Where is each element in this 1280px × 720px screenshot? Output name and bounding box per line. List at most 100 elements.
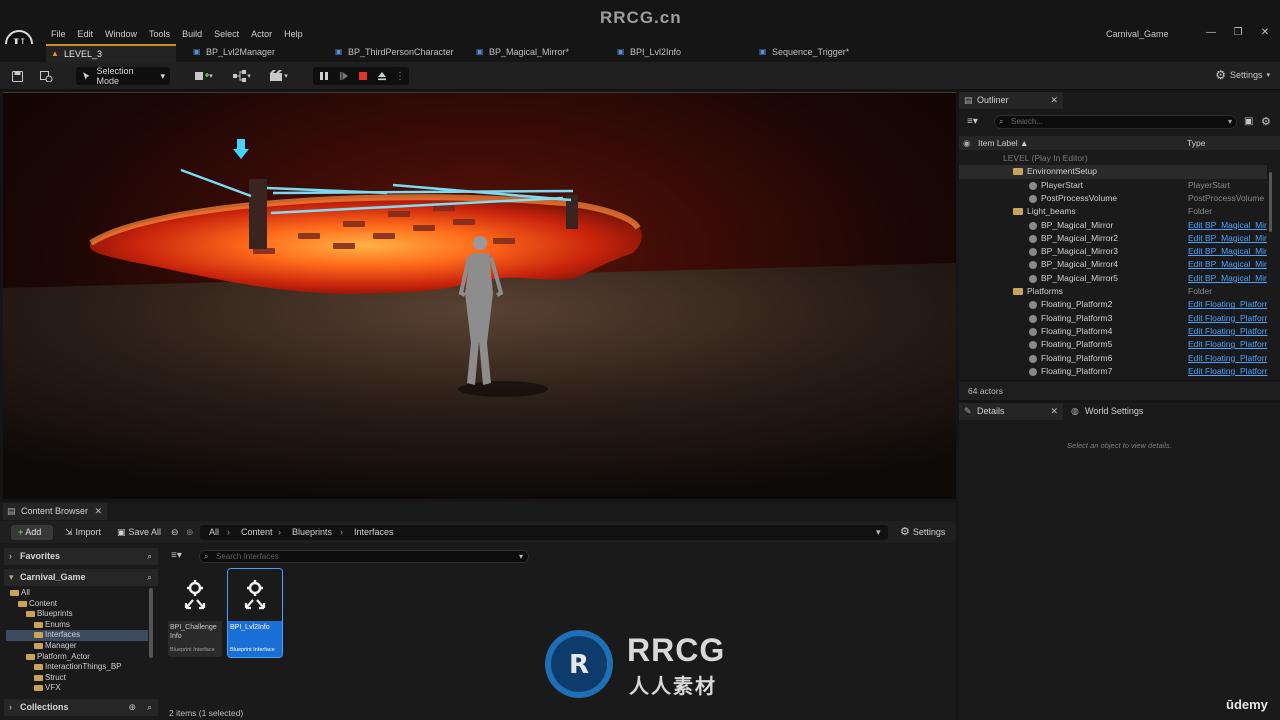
minimize-icon[interactable]: — (1203, 27, 1219, 38)
edit-blueprint-link[interactable]: Edit BP_Magical_Mir (1188, 219, 1267, 232)
edit-blueprint-link[interactable]: Edit BP_Magical_Mir (1188, 272, 1267, 285)
filter-icon[interactable]: ≡▾ (171, 550, 182, 561)
tab-outliner[interactable]: ▤ Outliner ✕ (959, 92, 1063, 109)
import-button[interactable]: ⇲ Import (65, 525, 101, 540)
breadcrumb-blueprints[interactable]: Blueprints (292, 525, 332, 540)
edit-blueprint-link[interactable]: Edit Floating_Platforr (1188, 312, 1267, 325)
outliner-row[interactable]: BP_Magical_Mirror3 Edit BP_Magical_Mir (959, 245, 1267, 258)
menu-help[interactable]: Help (278, 27, 309, 41)
tree-item[interactable]: All (6, 588, 148, 599)
save-all-button[interactable]: ▣ Save All (117, 525, 161, 540)
asset-tile[interactable]: BPI_Challenge Info Blueprint Interface (168, 569, 222, 657)
breadcrumb-interfaces[interactable]: Interfaces (354, 525, 394, 540)
collections-section[interactable]: › Collections ⊕ ⌕ (4, 699, 158, 716)
content-settings-button[interactable]: ⚙ Settings (900, 525, 945, 540)
outliner-row[interactable]: EnvironmentSetup (959, 165, 1267, 179)
save-icon[interactable] (9, 67, 25, 85)
menu-select[interactable]: Select (208, 27, 245, 41)
tab-bp-lvl2manager[interactable]: ▣ BP_Lvl2Manager (188, 44, 323, 62)
settings-button[interactable]: ⚙ Settings ▾ (1215, 68, 1270, 82)
tab-bp-magical-mirror[interactable]: ▣ BP_Magical_Mirror* (471, 44, 606, 62)
column-type[interactable]: Type (1187, 136, 1205, 150)
selection-mode-dropdown[interactable]: Selection Mode ▾ (76, 66, 170, 86)
tree-item[interactable]: Manager (6, 641, 148, 652)
outliner-search-input[interactable]: ⌕ Search... ▾ (994, 115, 1237, 129)
outliner-row[interactable]: Floating_Platform5 Edit Floating_Platforr (959, 338, 1267, 351)
breadcrumb-all[interactable]: All (209, 525, 219, 540)
add-collection-icon[interactable]: ⊕ (128, 699, 136, 716)
filter-icon[interactable]: ≡▾ (967, 116, 978, 127)
edit-blueprint-link[interactable]: Edit Floating_Platforr (1188, 325, 1267, 338)
stop-icon[interactable] (356, 69, 370, 83)
edit-blueprint-link[interactable]: Edit BP_Magical_Mir (1188, 245, 1267, 258)
breadcrumb-content[interactable]: Content (241, 525, 273, 540)
outliner-row[interactable]: Floating_Platform4 Edit Floating_Platforr (959, 325, 1267, 338)
level-viewport[interactable] (3, 92, 956, 499)
history-back-icon[interactable]: ⊖ (171, 525, 179, 540)
project-section[interactable]: ▾ Carnival_Game ⌕ (4, 569, 158, 586)
step-frame-icon[interactable] (337, 69, 351, 83)
visibility-eye-icon[interactable]: ◉ (963, 136, 970, 150)
tab-bp-thirdpersoncharacter[interactable]: ▣ BP_ThirdPersonCharacter (330, 44, 470, 62)
menu-edit[interactable]: Edit (72, 27, 100, 41)
menu-tools[interactable]: Tools (143, 27, 176, 41)
outliner-row[interactable]: LEVEL (Play In Editor) (959, 152, 1267, 165)
menu-file[interactable]: File (45, 27, 72, 41)
add-actor-icon[interactable]: ▾ (190, 67, 218, 85)
outliner-row[interactable]: PlayerStart PlayerStart (959, 179, 1267, 192)
search-icon[interactable]: ⌕ (147, 548, 152, 565)
tab-sequence-trigger[interactable]: ▣ Sequence_Trigger* (754, 44, 889, 62)
close-icon[interactable]: ✕ (94, 503, 102, 520)
edit-blueprint-link[interactable]: Edit BP_Magical_Mir (1188, 258, 1267, 271)
column-item-label[interactable]: Item Label ▲ (978, 136, 1028, 150)
blueprint-menu-icon[interactable]: ▾ (228, 67, 256, 85)
outliner-row[interactable]: BP_Magical_Mirror5 Edit BP_Magical_Mir (959, 272, 1267, 285)
tab-content-browser[interactable]: ▤ Content Browser ✕ (3, 503, 107, 520)
eject-icon[interactable] (375, 69, 389, 83)
search-icon[interactable]: ⌕ (147, 569, 152, 586)
tree-item[interactable]: Content (6, 599, 148, 610)
add-button[interactable]: + Add (11, 525, 53, 540)
edit-blueprint-link[interactable]: Edit BP_Magical_Mir (1188, 232, 1267, 245)
source-control-icon[interactable] (37, 67, 55, 85)
favorites-section[interactable]: › Favorites ⌕ (4, 548, 158, 565)
outliner-row[interactable]: Floating_Platform6 Edit Floating_Platforr (959, 352, 1267, 365)
outliner-row[interactable]: Platforms Folder (959, 285, 1267, 298)
tree-scrollbar[interactable] (149, 588, 153, 658)
menu-actor[interactable]: Actor (245, 27, 278, 41)
tree-item[interactable]: Platform_Actor (6, 652, 148, 663)
new-folder-icon[interactable]: ▣ (1244, 116, 1253, 127)
tree-item[interactable]: InteractionThings_BP (6, 662, 148, 673)
edit-blueprint-link[interactable]: Edit Floating_Platforr (1188, 298, 1267, 311)
more-options-icon[interactable]: ⋮ (395, 69, 405, 83)
outliner-row[interactable]: PostProcessVolume PostProcessVolume (959, 192, 1267, 205)
menu-build[interactable]: Build (176, 27, 208, 41)
tab-bpi-lvl2info[interactable]: ▣ BPI_Lvl2Info (612, 44, 747, 62)
close-window-icon[interactable]: ✕ (1257, 27, 1273, 38)
pause-icon[interactable] (317, 69, 331, 83)
tree-item[interactable]: Enums (6, 620, 148, 631)
outliner-row[interactable]: Light_beams Folder (959, 205, 1267, 218)
asset-search-input[interactable]: ⌕ Search Interfaces ▾ (199, 550, 529, 563)
edit-blueprint-link[interactable]: Edit Floating_Platforr (1188, 352, 1267, 365)
asset-tile-selected[interactable]: BPI_Lvl2Info Blueprint Interface (227, 568, 283, 658)
outliner-row[interactable]: BP_Magical_Mirror4 Edit BP_Magical_Mir (959, 258, 1267, 271)
history-forward-icon[interactable]: ⊕ (186, 525, 194, 540)
outliner-row[interactable]: Floating_Platform2 Edit Floating_Platforr (959, 298, 1267, 311)
tree-item[interactable]: VFX (6, 683, 148, 694)
gear-icon[interactable]: ⚙ (1261, 115, 1271, 128)
tab-details[interactable]: ✎ Details ✕ (959, 403, 1063, 420)
cinematics-icon[interactable]: ▾ (265, 67, 293, 85)
outliner-row[interactable]: Floating_Platform3 Edit Floating_Platforr (959, 312, 1267, 325)
outliner-scrollbar[interactable] (1269, 172, 1272, 232)
edit-blueprint-link[interactable]: Edit Floating_Platforr (1188, 365, 1267, 378)
search-icon[interactable]: ⌕ (147, 699, 152, 716)
outliner-row[interactable]: Floating_Platform7 Edit Floating_Platforr (959, 365, 1267, 378)
chevron-down-icon[interactable]: ▾ (876, 525, 881, 540)
tab-level-3[interactable]: ▲ LEVEL_3 (46, 44, 176, 62)
restore-icon[interactable]: ❐ (1230, 27, 1246, 38)
outliner-row[interactable]: BP_Magical_Mirror Edit BP_Magical_Mir (959, 219, 1267, 232)
tree-item[interactable]: Blueprints (6, 609, 148, 620)
tab-world-settings[interactable]: ◍ World Settings (1067, 403, 1167, 420)
menu-window[interactable]: Window (99, 27, 143, 41)
